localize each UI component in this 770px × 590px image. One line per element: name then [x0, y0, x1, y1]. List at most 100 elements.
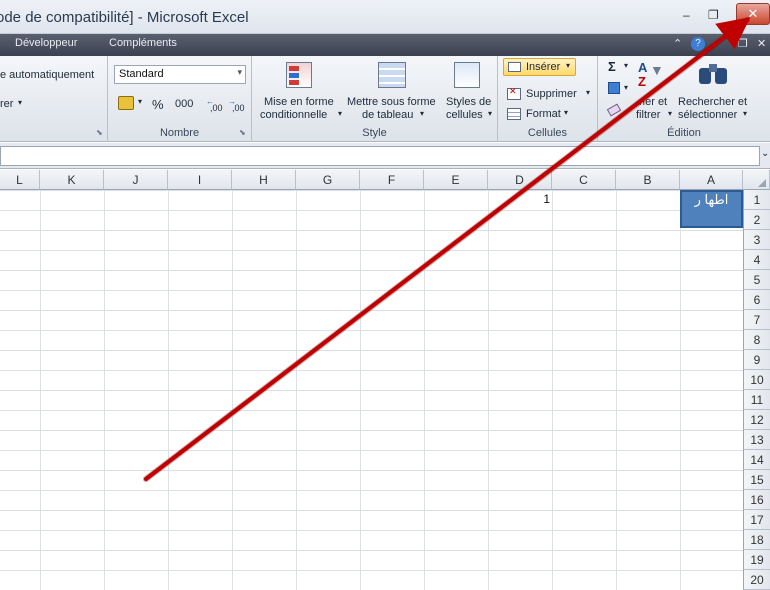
row-header[interactable]: 1 [743, 190, 770, 210]
group-editing: Σ ▾ ▾ A Z ▼ rier et filtrer ▾ Rechercher… [598, 56, 770, 142]
find-select-dropdown-icon[interactable]: ▾ [743, 109, 747, 118]
row-header[interactable]: 10 [743, 370, 770, 390]
cell-styles-icon [454, 62, 480, 88]
row-header[interactable]: 12 [743, 410, 770, 430]
alignment-launcher-icon[interactable]: ⬊ [96, 128, 103, 137]
window-title: ode de compatibilité] - Microsoft Excel [0, 9, 249, 26]
wrap-text-button[interactable]: e automatiquement [0, 69, 94, 81]
column-header-k[interactable]: K [40, 170, 104, 190]
row-header[interactable]: 18 [743, 530, 770, 550]
close-button[interactable]: ✕ [736, 3, 770, 25]
cell-styles-line2[interactable]: cellules [446, 109, 483, 121]
sort-filter-line1[interactable]: rier et [639, 96, 667, 108]
fill-icon[interactable] [608, 82, 620, 94]
row-header[interactable]: 4 [743, 250, 770, 270]
decrease-decimal-button[interactable]: ,00 [232, 103, 245, 113]
sort-filter-line2[interactable]: filtrer [636, 109, 660, 121]
row-header[interactable]: 9 [743, 350, 770, 370]
find-select-line1[interactable]: Rechercher et [678, 96, 747, 108]
tab-complements[interactable]: Compléments [109, 37, 177, 49]
row-header[interactable]: 17 [743, 510, 770, 530]
row-header[interactable]: 16 [743, 490, 770, 510]
formula-expand-icon[interactable]: ⌄ [761, 148, 769, 159]
ribbon-minimize-icon[interactable]: ⌃ [673, 37, 682, 50]
column-header-d[interactable]: D [488, 170, 552, 190]
autosum-button[interactable]: Σ [608, 59, 616, 74]
format-table-dropdown-icon[interactable]: ▾ [420, 109, 424, 118]
formula-input[interactable] [0, 146, 760, 166]
row-header[interactable]: 14 [743, 450, 770, 470]
tab-developpeur[interactable]: Développeur [15, 37, 77, 49]
row-header[interactable]: 5 [743, 270, 770, 290]
currency-dropdown-icon[interactable]: ▾ [138, 97, 142, 106]
conditional-format-icon [286, 62, 312, 88]
ribbon-tabs: Développeur Compléments ⌃ ? ❐ ✕ [0, 34, 770, 56]
conditional-format-line1[interactable]: Mise en forme [264, 96, 334, 108]
column-header-g[interactable]: G [296, 170, 360, 190]
format-table-line1[interactable]: Mettre sous forme [347, 96, 436, 108]
row-header[interactable]: 20 [743, 570, 770, 590]
cell-styles-dropdown-icon[interactable]: ▾ [488, 109, 492, 118]
merge-dropdown-icon[interactable]: ▾ [18, 98, 22, 107]
group-label-cellules: Cellules [527, 127, 568, 139]
group-label-style: Style [362, 127, 387, 139]
row-header[interactable]: 7 [743, 310, 770, 330]
select-all-corner[interactable] [743, 170, 770, 190]
delete-dropdown-icon[interactable]: ▾ [586, 88, 590, 97]
group-label-nombre: Nombre [159, 127, 200, 139]
column-header-f[interactable]: F [360, 170, 424, 190]
formula-bar: ⌄ [0, 143, 770, 169]
row-header[interactable]: 2 [743, 210, 770, 230]
conditional-format-line2[interactable]: conditionnelle [260, 109, 327, 121]
row-header[interactable]: 11 [743, 390, 770, 410]
row-header[interactable]: 6 [743, 290, 770, 310]
row-header[interactable]: 13 [743, 430, 770, 450]
column-header-j[interactable]: J [104, 170, 168, 190]
column-header-c[interactable]: C [552, 170, 616, 190]
format-cells-icon [507, 108, 521, 120]
column-header-e[interactable]: E [424, 170, 488, 190]
worksheet-grid[interactable] [0, 190, 743, 590]
find-select-line2[interactable]: sélectionner [678, 109, 737, 121]
row-header[interactable]: 19 [743, 550, 770, 570]
format-cells-button[interactable]: Format [526, 108, 561, 120]
row-header[interactable]: 3 [743, 230, 770, 250]
cell-a1-selected[interactable]: اطها ر [680, 190, 743, 228]
format-table-line2[interactable]: de tableau [362, 109, 413, 121]
column-header-a[interactable]: A [680, 170, 743, 190]
delete-cells-icon: ✕ [507, 86, 521, 100]
conditional-dropdown-icon[interactable]: ▾ [338, 109, 342, 118]
number-launcher-icon[interactable]: ⬊ [239, 128, 246, 137]
group-number: Standard ▾ ▾ % 000 ← ,00 → ,00 Nombre ⬊ [108, 56, 252, 142]
insert-dropdown-icon[interactable]: ▾ [566, 61, 570, 70]
column-header-i[interactable]: I [168, 170, 232, 190]
cell-d1[interactable]: 1 [488, 192, 550, 210]
thousands-button[interactable]: 000 [175, 98, 193, 110]
row-header[interactable]: 15 [743, 470, 770, 490]
minimize-button[interactable]: – [683, 8, 690, 22]
insert-cells-button[interactable]: Insérer ▾ [503, 58, 576, 76]
percent-button[interactable]: % [152, 97, 164, 112]
workbook-close-icon[interactable]: ✕ [757, 37, 766, 50]
group-style: Mise en forme conditionnelle ▾ Mettre so… [252, 56, 498, 142]
fill-dropdown-icon[interactable]: ▾ [624, 83, 628, 92]
sort-filter-dropdown-icon[interactable]: ▾ [668, 109, 672, 118]
merge-button[interactable]: rer [0, 98, 13, 110]
column-header-l[interactable]: L [0, 170, 40, 190]
row-header[interactable]: 8 [743, 330, 770, 350]
group-alignment: e automatiquement rer ▾ ⬊ [0, 56, 108, 142]
help-icon[interactable]: ? [691, 37, 705, 51]
column-header-b[interactable]: B [616, 170, 680, 190]
autosum-dropdown-icon[interactable]: ▾ [624, 61, 628, 70]
delete-cells-button[interactable]: Supprimer [526, 88, 577, 100]
restore-button[interactable]: ❐ [708, 8, 719, 22]
format-dropdown-icon[interactable]: ▾ [564, 108, 568, 117]
clear-icon[interactable] [606, 103, 622, 117]
workbook-restore-icon[interactable]: ❐ [738, 37, 748, 50]
number-format-select[interactable]: Standard ▾ [114, 65, 246, 84]
column-header-h[interactable]: H [232, 170, 296, 190]
sort-filter-icon: A Z ▼ [638, 60, 664, 89]
cell-styles-line1[interactable]: Styles de [446, 96, 491, 108]
currency-icon[interactable] [118, 96, 134, 110]
increase-decimal-button[interactable]: ,00 [210, 103, 223, 113]
